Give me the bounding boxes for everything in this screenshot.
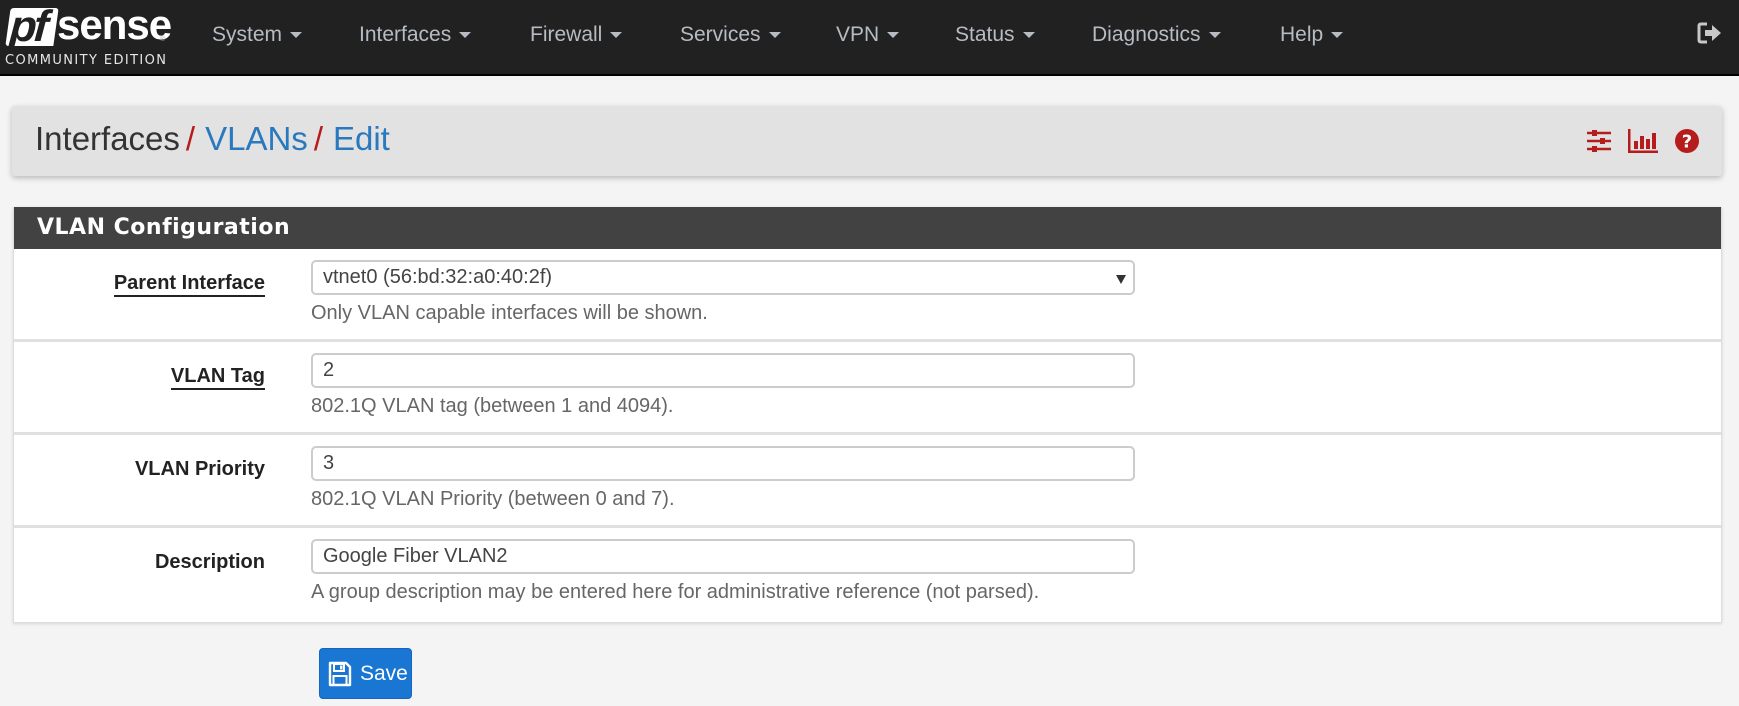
nav-menu-label: Firewall — [530, 23, 603, 46]
caret-down-icon — [768, 32, 781, 38]
parent-interface-select[interactable]: vtnet0 (56:bd:32:a0:40:2f) — [311, 260, 1135, 295]
vlan-configuration-panel: VLAN Configuration Parent Interface vtne… — [13, 207, 1722, 623]
nav-menu-label: System — [212, 23, 283, 46]
caret-down-icon — [290, 32, 303, 38]
breadcrumb: Interfaces / VLANs / Edit — [35, 120, 390, 158]
sign-out-icon[interactable] — [1697, 22, 1723, 44]
nav-menu-firewall[interactable]: Firewall — [530, 20, 623, 50]
nav-menu-label: Diagnostics — [1092, 23, 1201, 46]
breadcrumb-separator: / — [313, 120, 323, 157]
help-text: Only VLAN capable interfaces will be sho… — [311, 302, 708, 324]
nav-menu-label: Status — [955, 23, 1015, 46]
question-circle-icon[interactable]: ? — [1674, 128, 1700, 154]
vlan-tag-input[interactable]: 2 — [311, 353, 1135, 388]
input-value: 3 — [323, 452, 335, 474]
panel-title: VLAN Configuration — [14, 207, 1721, 249]
form-row-vlan-priority: VLAN Priority 3 802.1Q VLAN Priority (be… — [14, 435, 1721, 528]
logo-wordmark: sense — [57, 1, 172, 48]
pfsense-logo[interactable]: pf sense ® COMMUNITY EDITION — [5, 1, 172, 69]
input-value: 2 — [323, 359, 335, 381]
breadcrumb-actions: ? — [1586, 128, 1700, 154]
caret-down-icon — [1022, 32, 1035, 38]
save-label: Save — [360, 661, 408, 685]
bar-chart-icon[interactable] — [1627, 128, 1659, 154]
nav-menu-services[interactable]: Services — [680, 20, 781, 50]
breadcrumb-link-vlans[interactable]: VLANs — [205, 120, 308, 157]
nav-menu-label: Help — [1280, 23, 1324, 46]
nav-menu-help[interactable]: Help — [1280, 20, 1344, 50]
nav-menu-label: Interfaces — [359, 23, 452, 46]
input-value: Google Fiber VLAN2 — [323, 545, 508, 567]
nav-menu-status[interactable]: Status — [955, 20, 1035, 50]
top-navbar: pf sense ® COMMUNITY EDITION System Inte… — [0, 0, 1739, 76]
field-label-description: Description — [154, 551, 265, 573]
caret-down-icon — [887, 32, 900, 38]
form-row-vlan-tag: VLAN Tag 2 802.1Q VLAN tag (between 1 an… — [14, 342, 1721, 435]
nav-menu-label: VPN — [836, 23, 880, 46]
floppy-disk-icon — [328, 661, 352, 686]
sliders-icon[interactable] — [1586, 128, 1612, 154]
form-row-parent-interface: Parent Interface vtnet0 (56:bd:32:a0:40:… — [14, 249, 1721, 342]
help-text: 802.1Q VLAN tag (between 1 and 4094). — [311, 395, 674, 417]
select-value: vtnet0 (56:bd:32:a0:40:2f) — [323, 266, 553, 288]
caret-down-icon — [1331, 32, 1344, 38]
caret-down-icon — [1208, 32, 1221, 38]
field-label-vlan-tag: VLAN Tag — [170, 365, 265, 390]
vlan-priority-input[interactable]: 3 — [311, 446, 1135, 481]
svg-text:?: ? — [1682, 132, 1692, 153]
caret-down-icon — [459, 32, 472, 38]
logo-registered-mark: ® — [160, 36, 166, 43]
help-text: 802.1Q VLAN Priority (between 0 and 7). — [311, 488, 675, 510]
form-row-description: Description Google Fiber VLAN2 A group d… — [14, 528, 1721, 621]
logo-pf-mark: pf — [5, 8, 59, 46]
nav-menu-system[interactable]: System — [212, 20, 303, 50]
breadcrumb-link-edit[interactable]: Edit — [333, 120, 390, 157]
nav-menu-diagnostics[interactable]: Diagnostics — [1092, 20, 1221, 50]
breadcrumb-bar: Interfaces / VLANs / Edit ? — [12, 106, 1722, 176]
nav-menu-label: Services — [680, 23, 761, 46]
field-label-parent-interface: Parent Interface — [113, 272, 265, 297]
field-label-vlan-priority: VLAN Priority — [134, 458, 265, 480]
description-input[interactable]: Google Fiber VLAN2 — [311, 539, 1135, 574]
breadcrumb-separator: / — [185, 120, 196, 157]
logo-edition: COMMUNITY EDITION — [5, 53, 168, 68]
dropdown-arrow-icon — [1116, 275, 1126, 284]
help-text: A group description may be entered here … — [311, 581, 1040, 603]
nav-menu-interfaces[interactable]: Interfaces — [359, 20, 472, 50]
breadcrumb-root: Interfaces — [35, 120, 180, 157]
caret-down-icon — [610, 32, 623, 38]
save-button[interactable]: Save — [319, 648, 412, 699]
nav-menu-vpn[interactable]: VPN — [836, 20, 900, 50]
